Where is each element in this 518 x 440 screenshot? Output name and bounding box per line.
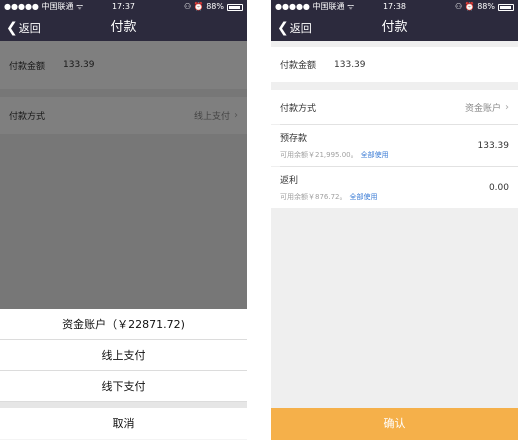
rebate-row: 返利 可用余额￥876.72。 全部使用 0.00 <box>271 167 518 208</box>
payment-method-row[interactable]: 付款方式 资金账户 › <box>271 90 518 124</box>
section-separator <box>271 82 518 90</box>
sheet-option-online[interactable]: 线上支付 <box>0 340 247 371</box>
payment-method-label: 付款方式 <box>280 103 317 114</box>
battery-icon <box>498 3 514 11</box>
rebate-label: 返利 <box>280 176 299 186</box>
chevron-right-icon: › <box>505 101 509 113</box>
battery-icon <box>227 3 243 11</box>
deposit-row: 预存款 可用余额￥21,995.00。 全部使用 133.39 <box>271 125 518 166</box>
deposit-label: 预存款 <box>280 134 308 144</box>
status-bar: ●●●●● 中国联通 ᯤ 17:37 ⚇ ⏰ 88% <box>0 0 247 14</box>
nav-bar: ❮ 返回 付款 <box>271 14 518 41</box>
rebate-use-all-link[interactable]: 全部使用 <box>350 193 378 201</box>
sheet-option-offline[interactable]: 线下支付 <box>0 371 247 402</box>
rebate-available-text: 可用余额￥876.72。 <box>280 193 347 201</box>
sheet-cancel-button[interactable]: 取消 <box>0 408 247 439</box>
deposit-value[interactable]: 133.39 <box>478 141 510 151</box>
nav-bar: ❮ 返回 付款 <box>0 14 247 41</box>
status-icons-text: ⚇ ⏰ 88% <box>184 2 224 11</box>
status-icons: ⚇ ⏰ 88% <box>455 0 514 14</box>
amount-value: 133.39 <box>334 59 366 70</box>
rebate-value[interactable]: 0.00 <box>489 183 509 193</box>
status-icons-text: ⚇ ⏰ 88% <box>455 2 495 11</box>
rebate-info: 返利 可用余额￥876.72。 全部使用 <box>280 173 378 202</box>
deposit-available: 可用余额￥21,995.00。 全部使用 <box>280 150 389 160</box>
rebate-available: 可用余额￥876.72。 全部使用 <box>280 192 378 202</box>
page-title: 付款 <box>110 20 137 35</box>
deposit-use-all-link[interactable]: 全部使用 <box>361 151 389 159</box>
action-sheet: 资金账户（￥22871.72) 线上支付 线下支付 取消 <box>0 309 247 440</box>
deposit-info: 预存款 可用余额￥21,995.00。 全部使用 <box>280 131 389 160</box>
status-bar: ●●●●● 中国联通 ᯤ 17:38 ⚇ ⏰ 88% <box>271 0 518 14</box>
modal-dim-overlay[interactable] <box>0 41 247 309</box>
deposit-available-text: 可用余额￥21,995.00。 <box>280 151 358 159</box>
confirm-button[interactable]: 确认 <box>271 408 518 440</box>
page-title: 付款 <box>381 20 408 35</box>
status-icons: ⚇ ⏰ 88% <box>184 0 243 14</box>
right-phone-screen: ●●●●● 中国联通 ᯤ 17:38 ⚇ ⏰ 88% ❮ 返回 付款 付款金额 … <box>271 0 518 440</box>
amount-label: 付款金额 <box>280 61 317 71</box>
payment-method-value: 资金账户 <box>464 103 501 114</box>
left-phone-screen: ●●●●● 中国联通 ᯤ 17:37 ⚇ ⏰ 88% ❮ 返回 付款 付款金额 … <box>0 0 247 440</box>
amount-row: 付款金额 133.39 <box>271 47 518 82</box>
sheet-option-fund-account[interactable]: 资金账户（￥22871.72) <box>0 309 247 340</box>
